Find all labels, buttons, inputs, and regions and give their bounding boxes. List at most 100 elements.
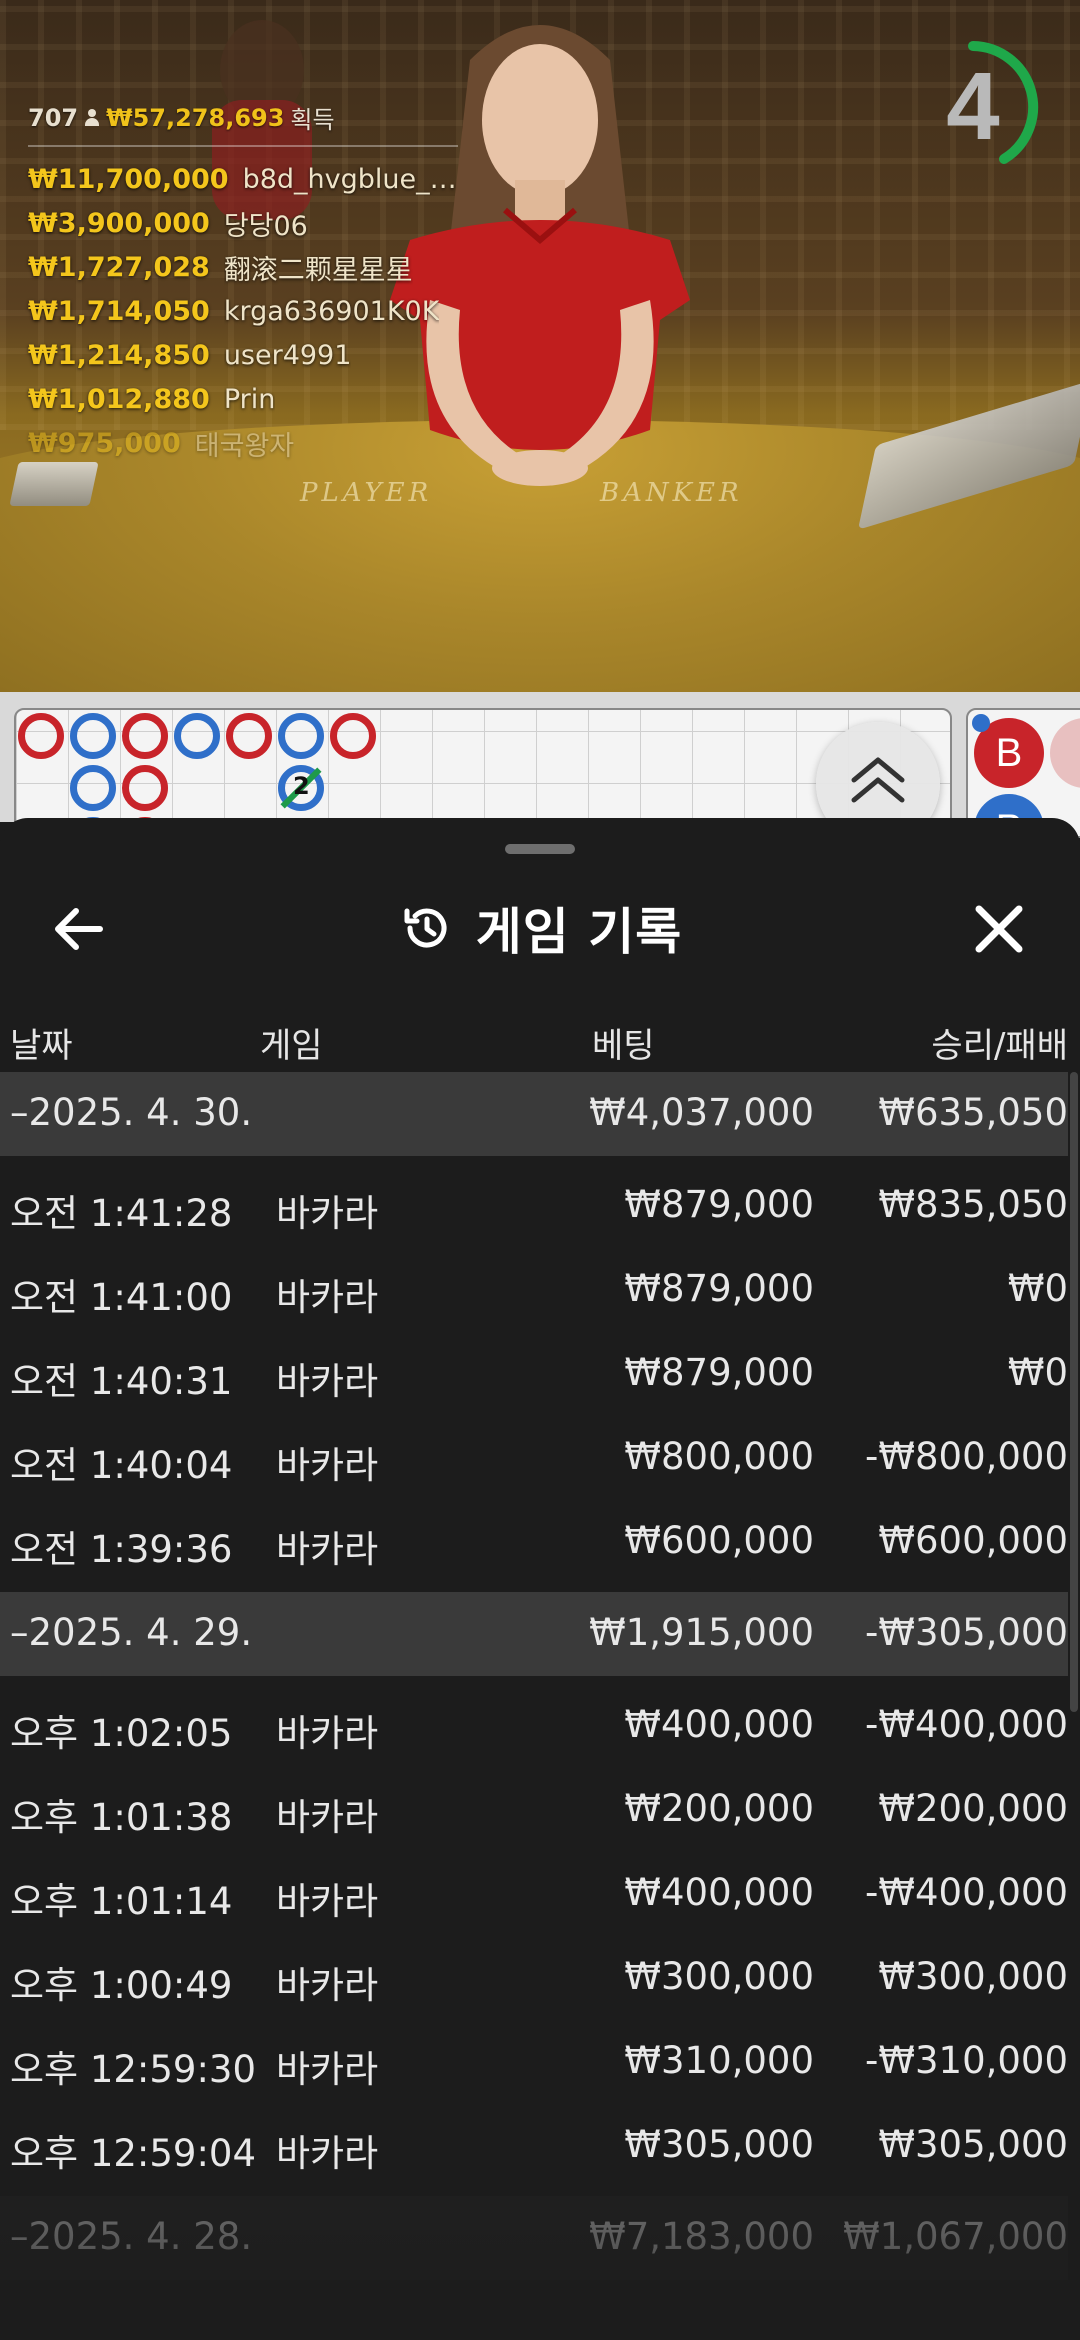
history-row[interactable]: 오후 1:02:05 바카라 ₩400,000 -₩400,000 bbox=[0, 1684, 1068, 1768]
player-bead bbox=[278, 713, 324, 759]
winner-name: 당당06 bbox=[223, 210, 308, 242]
row-game: 바카라 bbox=[276, 1192, 379, 1235]
live-video-stream: PLAYER BANKER 707 ₩57,278,693 획득 ₩11,700… bbox=[0, 0, 1080, 692]
history-row[interactable]: 오전 1:40:04 바카라 ₩800,000 -₩800,000 bbox=[0, 1416, 1068, 1500]
row-result: ₩305,000 bbox=[878, 2123, 1068, 2166]
history-row[interactable]: 오후 12:59:30 바카라 ₩310,000 -₩310,000 bbox=[0, 2020, 1068, 2104]
date-group-row[interactable]: –2025. 4. 30. ₩4,037,000 ₩635,050 bbox=[0, 1072, 1068, 1156]
row-result: ₩200,000 bbox=[878, 1787, 1068, 1830]
row-bet: ₩400,000 bbox=[624, 1871, 814, 1914]
group-date: –2025. 4. 29. bbox=[10, 1611, 253, 1654]
group-bet-total: ₩7,183,000 bbox=[589, 2215, 814, 2258]
history-row[interactable]: 오전 1:39:36 바카라 ₩600,000 ₩600,000 bbox=[0, 1500, 1068, 1584]
row-result: ₩0 bbox=[1007, 1267, 1068, 1310]
row-bet: ₩310,000 bbox=[624, 2039, 814, 2082]
scrollbar-thumb[interactable] bbox=[1070, 1072, 1078, 1712]
group-result-total: ₩635,050 bbox=[878, 1091, 1068, 1134]
banker-bead bbox=[122, 765, 168, 811]
winner-name: Prin bbox=[223, 383, 276, 415]
row-bet: ₩400,000 bbox=[624, 1703, 814, 1746]
row-game: 바카라 bbox=[276, 1964, 379, 2007]
row-time: 오후 1:01:38 bbox=[10, 1796, 233, 1839]
banker-bead bbox=[226, 713, 272, 759]
drag-handle[interactable] bbox=[505, 844, 575, 854]
history-row[interactable]: 오전 1:41:28 바카라 ₩879,000 ₩835,050 bbox=[0, 1164, 1068, 1248]
row-bet: ₩879,000 bbox=[624, 1183, 814, 1226]
winner-name: 태국왕자 bbox=[194, 430, 295, 462]
row-time: 오후 1:01:14 bbox=[10, 1880, 233, 1923]
person-icon bbox=[84, 108, 100, 127]
history-table[interactable]: –2025. 4. 30. ₩4,037,000 ₩635,050 오전 1:4… bbox=[0, 1072, 1068, 2280]
banker-bead bbox=[330, 713, 376, 759]
history-clock-icon bbox=[404, 908, 447, 948]
history-row[interactable]: 오후 1:01:14 바카라 ₩400,000 -₩400,000 bbox=[0, 1852, 1068, 1936]
winner-name: b8d_hvgblue_3... bbox=[242, 163, 458, 195]
row-game: 바카라 bbox=[276, 2048, 379, 2091]
table-header: 날짜 게임 베팅 승리/패배 bbox=[0, 1008, 1080, 1068]
row-bet: ₩305,000 bbox=[624, 2123, 814, 2166]
row-bet: ₩300,000 bbox=[624, 1955, 814, 1998]
row-bet: ₩800,000 bbox=[624, 1435, 814, 1478]
group-bet-total: ₩4,037,000 bbox=[589, 1091, 814, 1134]
history-row[interactable]: 오후 1:00:49 바카라 ₩300,000 ₩300,000 bbox=[0, 1936, 1068, 2020]
winner-name: user4991 bbox=[223, 339, 352, 371]
row-time: 오전 1:40:31 bbox=[10, 1360, 233, 1403]
big-bead-letter: B bbox=[995, 730, 1023, 775]
column-header-bet: 베팅 bbox=[592, 1026, 655, 1066]
row-game: 바카라 bbox=[276, 1712, 379, 1755]
history-row[interactable]: 오전 1:41:00 바카라 ₩879,000 ₩0 bbox=[0, 1248, 1068, 1332]
row-time: 오후 12:59:30 bbox=[10, 2048, 257, 2091]
row-bet: ₩879,000 bbox=[624, 1267, 814, 1310]
winner-row: ₩1,714,050 krga636901K0K bbox=[28, 289, 458, 333]
row-bet: ₩600,000 bbox=[624, 1519, 814, 1562]
row-game: 바카라 bbox=[276, 1796, 379, 1839]
winner-amount: ₩3,900,000 bbox=[28, 207, 210, 239]
roadmap-area: 2 B P bbox=[0, 692, 1080, 846]
player-bead bbox=[174, 713, 220, 759]
winner-row: ₩975,000 태국왕자 bbox=[28, 421, 458, 465]
row-result: ₩300,000 bbox=[878, 1955, 1068, 1998]
close-button[interactable] bbox=[964, 896, 1034, 962]
row-game: 바카라 bbox=[276, 1276, 379, 1319]
row-result: -₩400,000 bbox=[865, 1703, 1068, 1746]
back-button[interactable] bbox=[46, 898, 116, 960]
winners-list: 707 ₩57,278,693 획득 ₩11,700,000 b8d_hvgbl… bbox=[28, 100, 458, 465]
row-time: 오전 1:40:04 bbox=[10, 1444, 233, 1487]
winner-amount: ₩1,214,850 bbox=[28, 339, 210, 371]
group-date: –2025. 4. 28. bbox=[10, 2215, 253, 2258]
row-result: -₩400,000 bbox=[865, 1871, 1068, 1914]
total-won-label: 획득 bbox=[290, 106, 335, 134]
winner-amount: ₩975,000 bbox=[28, 427, 181, 459]
row-bet: ₩879,000 bbox=[624, 1351, 814, 1394]
row-result: -₩310,000 bbox=[865, 2039, 1068, 2082]
winners-summary: 707 ₩57,278,693 획득 bbox=[28, 100, 458, 147]
row-result: ₩0 bbox=[1007, 1351, 1068, 1394]
winner-name: 翻滚二颗星星星 bbox=[223, 254, 413, 286]
close-x-icon bbox=[975, 905, 1023, 953]
sheet-title: 게임 기록 bbox=[475, 903, 683, 961]
column-header-date: 날짜 bbox=[10, 1026, 73, 1066]
banker-bead bbox=[18, 713, 64, 759]
winner-row: ₩11,700,000 b8d_hvgblue_3... bbox=[28, 157, 458, 201]
history-row[interactable]: 오후 12:59:04 바카라 ₩305,000 ₩305,000 bbox=[0, 2104, 1068, 2188]
winner-row: ₩1,012,880 Prin bbox=[28, 377, 458, 421]
winner-row: ₩1,727,028 翻滚二颗星星星 bbox=[28, 245, 458, 289]
group-date: –2025. 4. 30. bbox=[10, 1091, 253, 1134]
row-result: ₩835,050 bbox=[878, 1183, 1068, 1226]
history-row[interactable]: 오후 1:01:38 바카라 ₩200,000 ₩200,000 bbox=[0, 1768, 1068, 1852]
row-game: 바카라 bbox=[276, 1444, 379, 1487]
column-header-result: 승리/패배 bbox=[931, 1026, 1068, 1066]
date-group-row[interactable]: –2025. 4. 28. ₩7,183,000 ₩1,067,000 bbox=[0, 2196, 1068, 2280]
discard-tray bbox=[9, 462, 99, 506]
history-row[interactable]: 오전 1:40:31 바카라 ₩879,000 ₩0 bbox=[0, 1332, 1068, 1416]
row-time: 오후 12:59:04 bbox=[10, 2132, 257, 2175]
winner-amount: ₩1,012,880 bbox=[28, 383, 210, 415]
winner-name: krga636901K0K bbox=[223, 295, 440, 327]
row-bet: ₩200,000 bbox=[624, 1787, 814, 1830]
group-bet-total: ₩1,915,000 bbox=[589, 1611, 814, 1654]
players-count: 707 bbox=[28, 103, 79, 132]
player-pair-dot bbox=[972, 714, 990, 732]
winner-row: ₩1,214,850 user4991 bbox=[28, 333, 458, 377]
date-group-row[interactable]: –2025. 4. 29. ₩1,915,000 -₩305,000 bbox=[0, 1592, 1068, 1676]
group-result-total: ₩1,067,000 bbox=[843, 2215, 1068, 2258]
